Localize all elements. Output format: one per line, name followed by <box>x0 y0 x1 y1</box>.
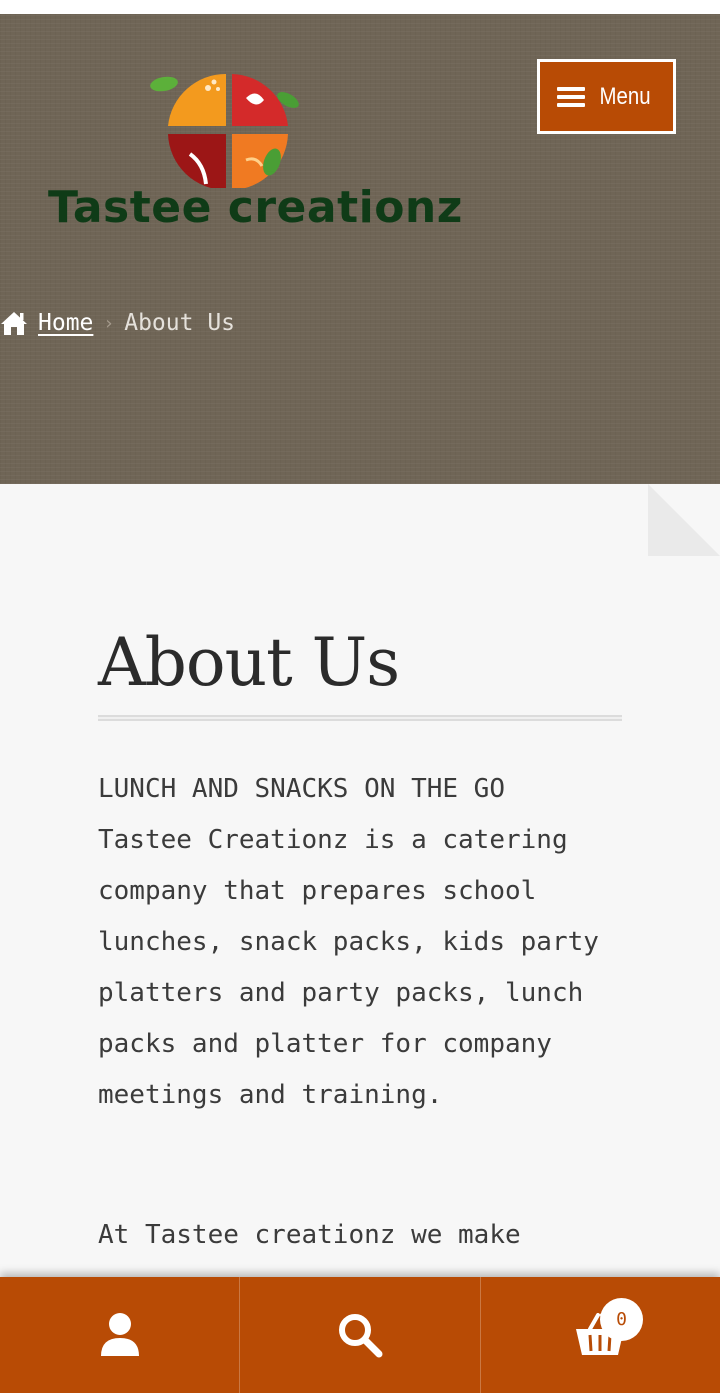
site-title[interactable]: Tastee creationz <box>48 182 463 233</box>
breadcrumb-current: About Us <box>124 310 236 336</box>
breadcrumb-home-link[interactable]: Home <box>38 310 93 336</box>
intro-paragraph: LUNCH AND SNACKS ON THE GO Tastee Creati… <box>98 774 599 1110</box>
cart-button[interactable] <box>481 1277 720 1393</box>
cart-count-badge: 0 <box>600 1298 643 1341</box>
breadcrumb-separator: › <box>103 312 115 334</box>
page-title: About Us <box>98 624 400 701</box>
user-icon <box>100 1313 139 1356</box>
menu-button[interactable]: Menu <box>537 59 676 134</box>
home-icon <box>1 312 27 335</box>
page-corner-fold <box>648 484 720 556</box>
status-strip <box>0 0 720 14</box>
menu-button-label: Menu <box>599 82 652 110</box>
site-logo-icon[interactable] <box>150 58 310 188</box>
breadcrumb: Home › About Us <box>0 310 235 336</box>
title-divider <box>98 715 622 721</box>
page-content: About Us LUNCH AND SNACKS ON THE GO Tast… <box>0 484 720 1277</box>
search-icon <box>338 1314 383 1358</box>
site-header: Tastee creationz Menu Home › About Us <box>0 14 720 484</box>
search-button[interactable] <box>240 1277 481 1393</box>
hamburger-icon <box>557 86 586 107</box>
account-button[interactable] <box>0 1277 241 1393</box>
second-paragraph: At Tastee creationz we make <box>98 1220 521 1250</box>
